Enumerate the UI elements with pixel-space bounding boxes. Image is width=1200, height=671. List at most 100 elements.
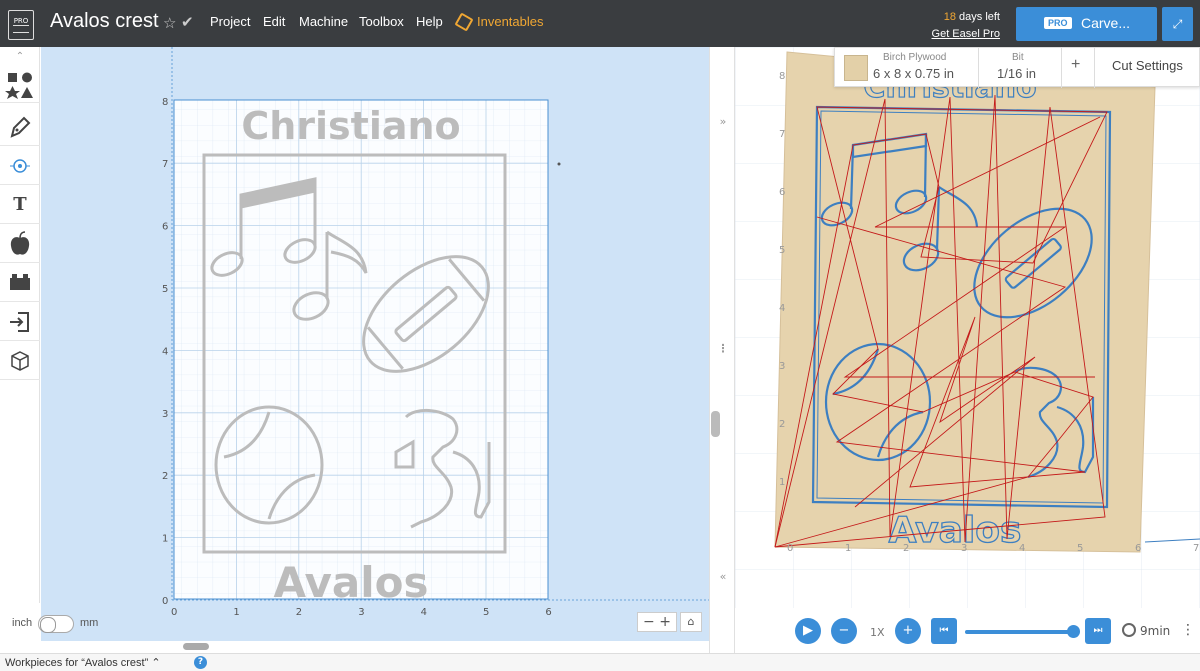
unit-inch-label: inch: [12, 617, 33, 629]
bit-size[interactable]: 1/16 in: [997, 66, 1036, 81]
preview-y-tick: 8: [779, 71, 785, 82]
help-icon[interactable]: ?: [194, 656, 207, 669]
preview-y-tick: 5: [779, 245, 785, 256]
x-tick-label: 5: [483, 607, 489, 618]
pen-icon[interactable]: [0, 108, 40, 146]
menu-inventables[interactable]: Inventables: [477, 14, 544, 29]
preview-y-tick: 2: [779, 419, 785, 430]
home-icon: ⌂: [687, 615, 695, 628]
y-tick-label: 1: [162, 534, 168, 545]
material-panel: Birch Plywood 6 x 8 x 0.75 in Bit 1/16 i…: [834, 47, 1200, 88]
preview-y-tick: 6: [779, 187, 785, 198]
play-icon[interactable]: ▶: [795, 618, 821, 644]
carve-button-label: Carve...: [1081, 15, 1131, 31]
carve-button[interactable]: PRO Carve...: [1016, 7, 1157, 41]
brick-icon[interactable]: [0, 264, 40, 302]
zoom-controls[interactable]: − +: [637, 612, 677, 632]
apple-icon[interactable]: [0, 225, 40, 263]
menu-project[interactable]: Project: [210, 14, 250, 29]
carve-preview[interactable]: Christiano Avalos 0123456712345678: [735, 47, 1200, 608]
top-bar: PRO Avalos crest ☆ ✔ Project Edit Machin…: [0, 0, 1200, 47]
zoom-in-button[interactable]: +: [659, 614, 671, 630]
unit-toggle[interactable]: [38, 615, 74, 633]
playback-speed: 1X: [870, 626, 885, 639]
y-tick-label: 7: [162, 159, 168, 170]
easel-pro-logo[interactable]: PRO: [8, 10, 34, 40]
panel-splitter[interactable]: » ⋮ «: [709, 47, 735, 653]
expand-left-icon[interactable]: «: [710, 570, 736, 583]
x-tick-label: 2: [296, 607, 302, 618]
bit-label: Bit: [1012, 52, 1024, 63]
progress-slider[interactable]: [965, 630, 1073, 634]
y-tick-label: 2: [162, 471, 168, 482]
skip-forward-icon[interactable]: ⏭: [1085, 618, 1111, 644]
clock-icon: [1122, 623, 1136, 637]
preview-x-tick: 7: [1193, 543, 1199, 554]
star-icon[interactable]: ☆: [163, 14, 176, 32]
preview-x-tick: 3: [961, 543, 967, 554]
preview-svg: Christiano Avalos 0 1 2 3 4 5 6 712345678: [735, 47, 1200, 608]
progress-thumb[interactable]: [1067, 625, 1080, 638]
preview-x-tick: 6: [1135, 543, 1141, 554]
horizontal-scrollbar[interactable]: [183, 643, 209, 650]
more-options-icon[interactable]: ⋮: [1181, 622, 1195, 638]
fullscreen-icon[interactable]: ⤢: [1162, 7, 1193, 41]
preview-x-tick: 0: [787, 543, 793, 554]
playback-bar: ▶ − 1X + ⏮ ⏭ 9min ⋮: [735, 608, 1200, 653]
estimated-time: 9min: [1140, 624, 1171, 638]
material-name[interactable]: Birch Plywood: [883, 52, 946, 63]
y-tick-label: 6: [162, 222, 168, 233]
menu-machine[interactable]: Machine: [299, 14, 348, 29]
point-icon[interactable]: [0, 147, 40, 185]
preview-x-tick: 1: [845, 543, 851, 554]
chevron-up-icon[interactable]: ⌃: [151, 657, 160, 669]
cut-settings-button[interactable]: Cut Settings: [1112, 58, 1183, 73]
text-icon[interactable]: T: [0, 186, 40, 224]
skip-back-icon[interactable]: ⏮: [931, 618, 957, 644]
preview-x-tick: 2: [903, 543, 909, 554]
get-easel-pro-link[interactable]: Get Easel Pro: [932, 26, 1000, 43]
design-svg: Christiano Avalos 0 1 2 3 4 5 6 0 1 2 3 4 5 6 7 8: [162, 47, 709, 618]
x-tick-label: 0: [171, 607, 177, 618]
speed-down-button[interactable]: −: [831, 618, 857, 644]
material-swatch[interactable]: [844, 55, 868, 81]
text-avalos[interactable]: Avalos: [274, 558, 429, 607]
workpieces-label[interactable]: Workpieces for “Avalos crest” ⌃: [5, 656, 161, 669]
add-bit-button[interactable]: +: [1071, 56, 1080, 74]
material-dimensions[interactable]: 6 x 8 x 0.75 in: [873, 66, 954, 81]
menu-help[interactable]: Help: [416, 14, 443, 29]
speed-up-button[interactable]: +: [895, 618, 921, 644]
wood-board: [775, 52, 1155, 552]
shapes-icon[interactable]: [0, 65, 40, 103]
design-canvas[interactable]: Christiano Avalos 0 1 2 3 4 5 6 0 1 2 3 4 5 6 7 8: [41, 47, 709, 641]
cube-icon[interactable]: [0, 342, 40, 380]
menu-toolbox[interactable]: Toolbox: [359, 14, 404, 29]
collapse-toolbar-icon[interactable]: ⌃: [0, 51, 40, 62]
left-toolbar: ⌃ T: [0, 47, 40, 603]
saved-check-icon: ✔: [181, 13, 194, 31]
divider: [1061, 48, 1062, 88]
drag-handle-icon[interactable]: ⋮: [710, 342, 736, 355]
expand-right-icon[interactable]: »: [710, 115, 736, 128]
trial-days: 18: [943, 11, 956, 23]
preview-y-tick: 4: [779, 303, 785, 314]
preview-y-tick: 1: [779, 477, 785, 488]
y-tick-label: 3: [162, 409, 168, 420]
zoom-out-button[interactable]: −: [643, 614, 655, 630]
divider: [978, 48, 979, 88]
vertical-scrollbar[interactable]: [711, 411, 720, 437]
pro-badge: PRO: [1044, 17, 1072, 29]
text-christiano[interactable]: Christiano: [241, 104, 460, 148]
import-icon[interactable]: [0, 303, 40, 341]
preview-y-tick: 3: [779, 361, 785, 372]
project-title[interactable]: Avalos crest: [50, 10, 159, 33]
divider: [1094, 48, 1095, 88]
y-tick-label: 0: [162, 596, 168, 607]
menu-edit[interactable]: Edit: [263, 14, 285, 29]
home-view-button[interactable]: ⌂: [680, 612, 702, 632]
y-tick-label: 4: [162, 346, 168, 357]
trial-status: 18 days left Get Easel Pro: [932, 9, 1000, 43]
x-tick-label: 1: [233, 607, 239, 618]
y-tick-label: 5: [162, 284, 168, 295]
trial-suffix: days left: [955, 11, 1000, 23]
